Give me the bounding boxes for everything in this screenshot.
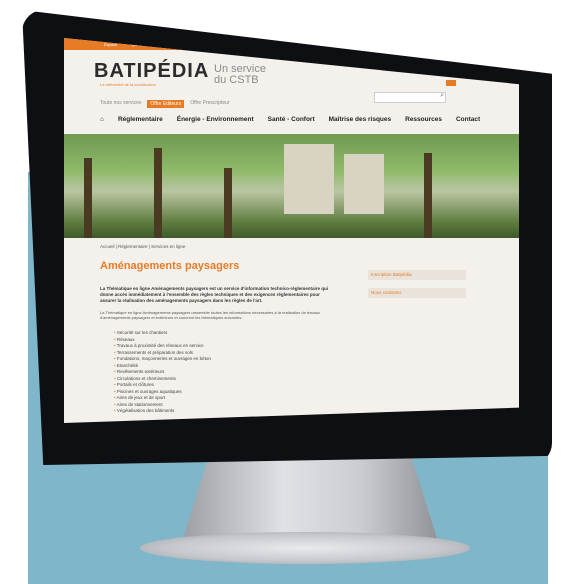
- lead-text: La Thématique en ligne Aménagements pays…: [100, 310, 321, 320]
- contact-link[interactable]: Nous contacter: [368, 288, 466, 298]
- offer-tabs: Toute nos services Offre Editeurs Offre …: [100, 100, 230, 108]
- account-badge[interactable]: [446, 80, 456, 86]
- intro-text: La Thématique en ligne Aménagements pays…: [100, 286, 328, 303]
- search-icon[interactable]: ⌕: [440, 92, 444, 100]
- tab-offre-editeurs[interactable]: Offre Editeurs: [147, 100, 185, 108]
- building: [344, 154, 384, 214]
- screen: Espace Qui est CSTB Presse et médias Con…: [64, 38, 519, 423]
- list-item: Fondations, maçonneries et ouvrages en b…: [114, 356, 211, 363]
- palm-tree: [424, 153, 432, 238]
- nav-reglementaire[interactable]: Réglementaire: [118, 116, 163, 123]
- palm-tree: [84, 158, 92, 238]
- inscription-link[interactable]: Inscription Batipédia: [368, 270, 466, 280]
- building: [284, 144, 334, 214]
- nav-risques[interactable]: Maîtrise des risques: [329, 116, 392, 123]
- hero-image: [64, 134, 519, 238]
- service-label: Un service du CSTB: [214, 63, 266, 86]
- nav-contact[interactable]: Contact: [456, 116, 480, 123]
- search-input[interactable]: ⌕: [374, 92, 446, 103]
- list-item: Travaux à proximité des réseaux en servi…: [114, 343, 211, 350]
- list-item: Végétalisation des bâtiments: [114, 408, 211, 415]
- nav-sante[interactable]: Santé - Confort: [268, 116, 315, 123]
- home-icon[interactable]: ⌂: [100, 116, 104, 123]
- page-title: Aménagements paysagers: [100, 260, 240, 272]
- logo-tagline: Le référentiel de la construction: [100, 82, 156, 87]
- batipedia-logo[interactable]: BATIPÉDIA: [94, 60, 209, 83]
- monitor-base: [140, 532, 470, 564]
- nav-ressources[interactable]: Ressources: [405, 116, 442, 123]
- tab-offre-prescripteur[interactable]: Offre Prescripteur: [190, 100, 229, 108]
- nav-energie[interactable]: Énergie - Environnement: [177, 116, 254, 123]
- palm-tree: [224, 168, 232, 238]
- palm-tree: [154, 148, 162, 238]
- breadcrumb[interactable]: Accueil | Réglementaire | Services en li…: [100, 244, 185, 249]
- tab-services[interactable]: Toute nos services: [100, 100, 141, 108]
- topics-list: Sécurité sur les chantiers Réseaux Trava…: [114, 330, 211, 415]
- main-nav: ⌂ Réglementaire Énergie - Environnement …: [100, 116, 480, 123]
